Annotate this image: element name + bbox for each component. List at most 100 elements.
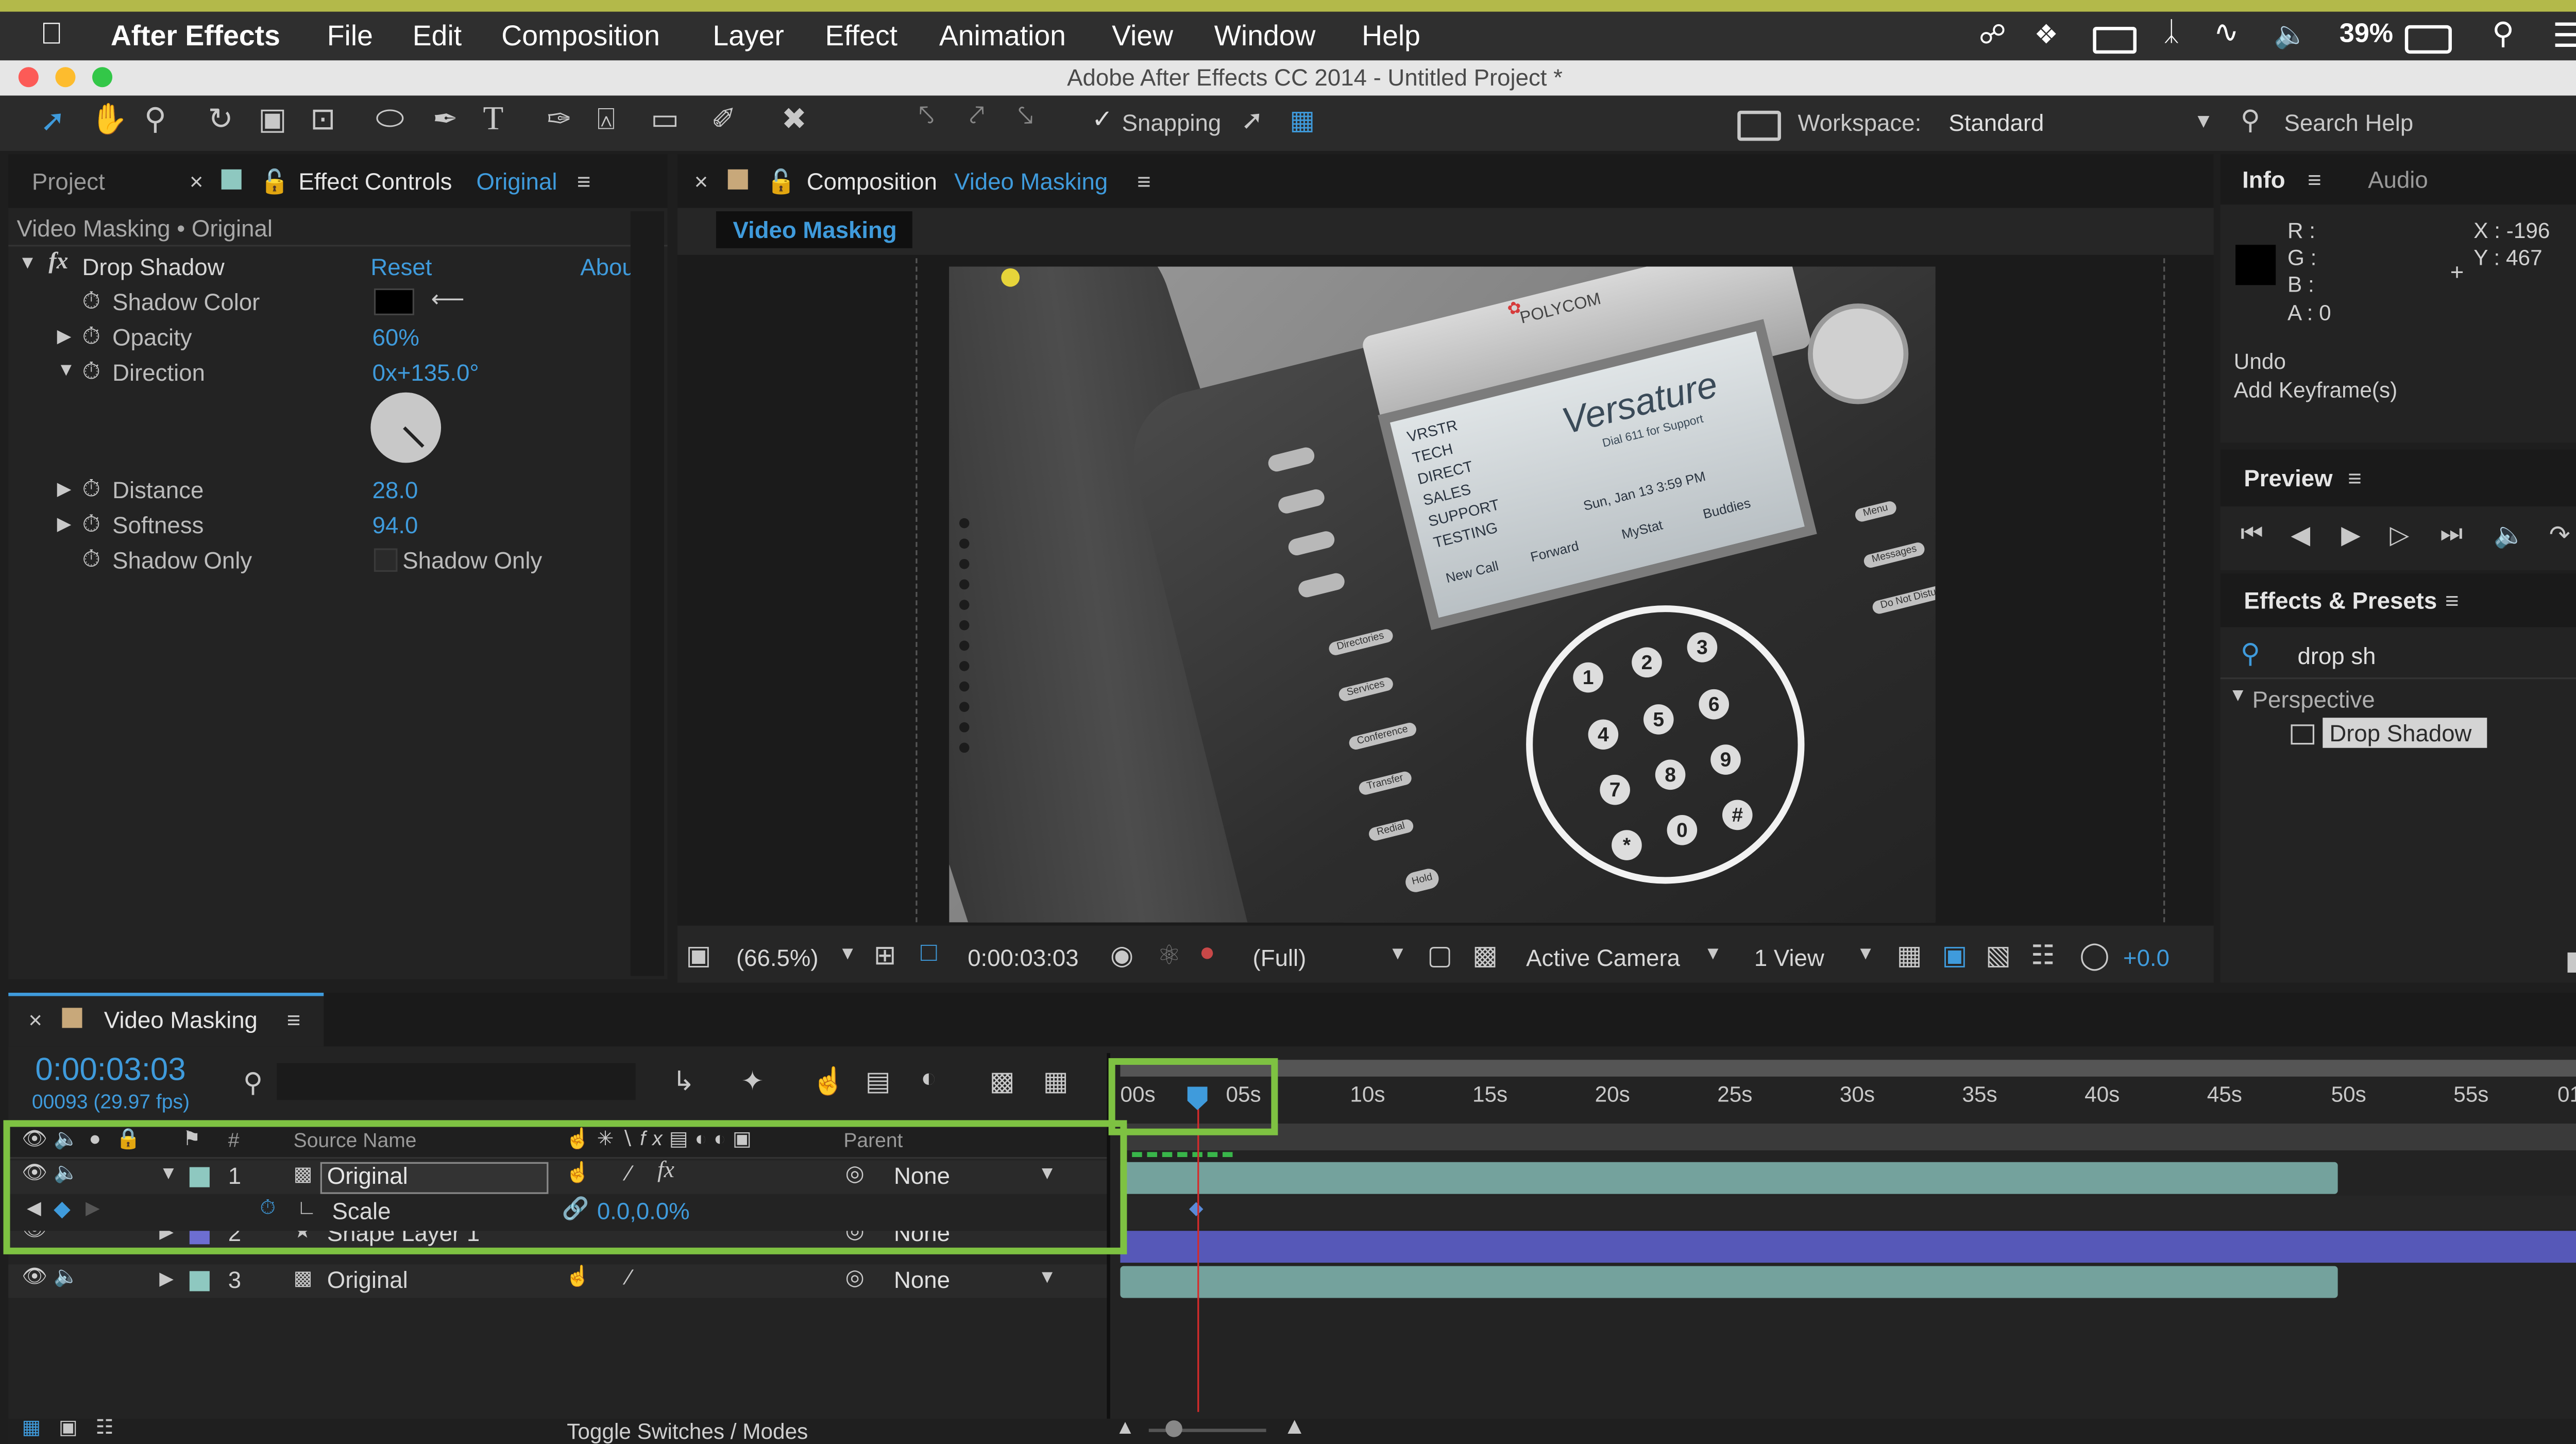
keyboard-icon[interactable] xyxy=(2093,27,2137,54)
graph-editor-icon[interactable]: ▦ xyxy=(1043,1065,1069,1098)
close-tab-icon[interactable]: × xyxy=(28,993,42,1046)
hand-tool-icon[interactable]: ✋ xyxy=(91,103,128,138)
menu-layer[interactable]: Layer xyxy=(713,20,784,54)
clone-stamp-tool-icon[interactable]: ⍓ xyxy=(597,103,615,138)
stopwatch-icon[interactable]: ⏱ xyxy=(82,287,100,315)
expand-arrow-icon[interactable]: ▶ xyxy=(57,325,72,347)
comp-mini-flowchart-icon[interactable]: ↳ xyxy=(672,1065,695,1098)
toggle-switches-modes-button[interactable]: Toggle Switches / Modes xyxy=(567,1419,808,1444)
fast-previews-icon[interactable]: ▣ xyxy=(1942,939,1967,973)
selection-tool-icon[interactable]: ➚ xyxy=(40,104,65,139)
zoom-tool-icon[interactable]: ⚲ xyxy=(144,103,166,138)
expand-arrow-icon[interactable]: ▼ xyxy=(2229,686,2247,706)
shy-switch-icon[interactable]: ☝ xyxy=(565,1264,590,1288)
menu-window[interactable]: Window xyxy=(1214,20,1316,54)
parent-pickwhip-icon[interactable]: ◎ xyxy=(845,1264,865,1291)
video-frame[interactable]: POLYCOM ✿ Versature Dial 611 for Support… xyxy=(949,266,1936,923)
time-ruler[interactable]: 00s 05s 10s 15s 20s 25s 30s 35s 40s 45s … xyxy=(1120,1077,2576,1124)
volume-icon[interactable]: 🔈 xyxy=(2274,19,2308,52)
first-frame-icon[interactable]: ⏮ xyxy=(2241,520,2263,548)
panel-menu-icon[interactable]: ≡ xyxy=(2348,451,2362,505)
new-folder-icon[interactable] xyxy=(2567,952,2576,973)
brainstorm-icon[interactable]: ▩ xyxy=(990,1065,1015,1098)
snap-features-icon[interactable]: ▦ xyxy=(1290,104,1315,138)
title-action-safe-icon[interactable]: ⊞ xyxy=(874,939,896,973)
eraser-tool-icon[interactable]: ▭ xyxy=(651,103,679,138)
effects-presets-title[interactable]: Effects & Presets xyxy=(2244,573,2437,627)
panel-menu-icon[interactable]: ≡ xyxy=(577,154,591,208)
battery-icon[interactable] xyxy=(2404,25,2452,54)
eyedropper-icon[interactable]: ⟵ xyxy=(431,285,465,313)
stopwatch-icon[interactable]: ⏱ xyxy=(82,474,100,503)
lock-icon[interactable]: 🔓 xyxy=(767,154,796,208)
camera-view-arrow-icon[interactable]: ▼ xyxy=(1704,944,1722,964)
panel-menu-icon[interactable]: ≡ xyxy=(2445,573,2459,627)
world-axis-icon[interactable]: ⤤ xyxy=(969,103,984,133)
reset-exposure-icon[interactable]: ◯ xyxy=(2079,939,2109,973)
stopwatch-icon[interactable]: ⏱ xyxy=(82,357,100,385)
flowchart-icon[interactable]: ☷ xyxy=(2031,939,2055,973)
loop-icon[interactable]: ↷ xyxy=(2549,520,2570,550)
work-area-bar[interactable] xyxy=(1120,1123,2576,1150)
anchor-point-marker[interactable] xyxy=(1001,268,1020,287)
play-icon[interactable]: ▶ xyxy=(2341,520,2361,550)
app-name-menu[interactable]: After Effects xyxy=(111,20,280,54)
exposure-value[interactable]: +0.0 xyxy=(2123,944,2170,971)
camera-view-dropdown[interactable]: Active Camera xyxy=(1526,944,1680,971)
expand-arrow-icon[interactable]: ▶ xyxy=(57,513,72,535)
stopwatch-icon[interactable]: ⏱ xyxy=(82,510,100,538)
close-tab-icon[interactable]: × xyxy=(694,154,708,208)
layer-search-input[interactable] xyxy=(277,1063,636,1100)
track-bar-layer-2[interactable] xyxy=(1120,1231,2576,1263)
search-help-input[interactable]: Search Help xyxy=(2284,109,2413,136)
zoom-slider-handle[interactable] xyxy=(1165,1420,1182,1437)
expand-arrow-icon[interactable]: ▶ xyxy=(57,478,72,500)
wifi-icon[interactable]: ∿ xyxy=(2214,15,2239,50)
menu-effect[interactable]: Effect xyxy=(825,20,897,54)
stopwatch-icon[interactable]: ⏱ xyxy=(82,322,100,350)
snapping-checkbox[interactable]: ✓ xyxy=(1092,104,1113,134)
prop-value-softness[interactable]: 94.0 xyxy=(372,512,418,538)
bluetooth-icon[interactable]: ᛣ xyxy=(2163,19,2179,49)
snapshot-camera-icon[interactable]: ◉ xyxy=(1110,939,1133,973)
resolution-arrow-icon[interactable]: ▼ xyxy=(1388,944,1406,964)
fx-icon[interactable]: fx xyxy=(48,250,68,277)
snap-edges-icon[interactable]: ➚ xyxy=(1241,104,1264,138)
tab-info[interactable]: Info xyxy=(2242,152,2285,206)
track-bar-layer-1[interactable] xyxy=(1120,1162,2338,1194)
preview-title[interactable]: Preview xyxy=(2244,451,2332,505)
type-tool-icon[interactable]: T xyxy=(483,100,503,139)
menu-edit[interactable]: Edit xyxy=(413,20,462,54)
last-frame-icon[interactable]: ⏭ xyxy=(2440,520,2463,548)
scale-keyframe-diamond-icon[interactable]: ◆ xyxy=(1189,1197,1204,1219)
panel-menu-icon[interactable]: ≡ xyxy=(2308,152,2321,206)
zoom-in-icon[interactable]: ▲ xyxy=(1283,1412,1306,1439)
zoom-out-icon[interactable]: ▲ xyxy=(1115,1415,1136,1439)
next-frame-icon[interactable]: ▷ xyxy=(2390,520,2410,550)
timeline-icon[interactable]: ▧ xyxy=(1986,939,2011,973)
prop-value-opacity[interactable]: 60% xyxy=(372,324,419,350)
view-layout-dropdown[interactable]: 1 View xyxy=(1754,944,1824,971)
puppet-pin-tool-icon[interactable]: ✖ xyxy=(782,103,807,138)
panel-menu-icon[interactable]: ≡ xyxy=(1137,154,1151,208)
mask-visibility-icon[interactable]: □ xyxy=(921,939,937,970)
direction-dial[interactable] xyxy=(370,392,442,463)
tab-project[interactable]: Project xyxy=(32,154,105,208)
transparency-grid-icon[interactable]: ▩ xyxy=(1472,939,1498,973)
menu-composition[interactable]: Composition xyxy=(501,20,660,54)
magnification-dropdown[interactable]: (66.5%) xyxy=(736,944,819,971)
effect-name[interactable]: Drop Shadow xyxy=(82,253,224,280)
timeline-tab-label[interactable]: Video Masking xyxy=(104,993,258,1046)
shadow-color-swatch[interactable] xyxy=(374,288,415,315)
time-navigator-bar[interactable] xyxy=(1120,1060,2576,1077)
notification-center-icon[interactable]: ☰ xyxy=(2552,15,2576,57)
roto-brush-tool-icon[interactable]: ✐ xyxy=(711,103,736,138)
pixel-aspect-icon[interactable]: ▦ xyxy=(1897,939,1922,973)
tab-effect-controls-layer[interactable]: Original xyxy=(476,154,557,208)
local-axis-icon[interactable]: ⤣ xyxy=(919,103,934,133)
region-of-interest-icon[interactable]: ▢ xyxy=(1427,939,1452,973)
effects-search-input[interactable]: drop sh xyxy=(2297,642,2376,669)
expand-layer-switches-icon[interactable]: ▦ xyxy=(22,1415,41,1439)
camera-tool-icon[interactable]: ▣ xyxy=(258,103,286,138)
reset-link[interactable]: Reset xyxy=(370,253,432,280)
